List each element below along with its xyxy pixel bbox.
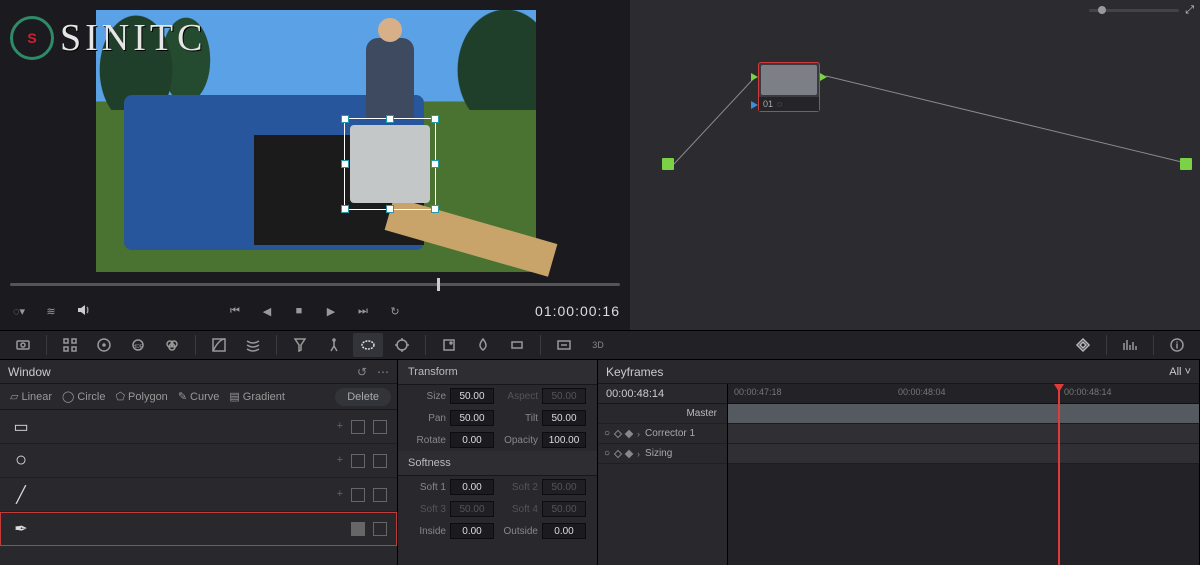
warper-icon[interactable] bbox=[238, 333, 268, 357]
linear-tool[interactable]: ▱Linear bbox=[6, 388, 56, 405]
curves-icon[interactable] bbox=[204, 333, 234, 357]
kf-row-master[interactable]: Master bbox=[598, 404, 727, 424]
opacity-input[interactable] bbox=[542, 432, 586, 448]
kf-row-sizing[interactable]: ○›Sizing bbox=[598, 444, 727, 464]
window-badge-icon: ◌ bbox=[777, 99, 782, 109]
viewer-panel: S SINITC ◌▾ ≋ ⏮ ◀ ■ ▶ ⏭ ↻ 01:00:00:16 bbox=[0, 0, 630, 330]
circle-shape-icon: ○ bbox=[10, 450, 32, 472]
size-input[interactable] bbox=[450, 388, 494, 404]
keyframes-zoom[interactable]: ⤢ bbox=[1089, 4, 1194, 17]
color-match-icon[interactable] bbox=[55, 333, 85, 357]
window-shape-tools: ▱Linear ◯Circle ⬠Polygon ✎Curve ▤Gradien… bbox=[0, 384, 397, 410]
node-thumbnail bbox=[761, 65, 817, 95]
options-icon[interactable]: ⋯ bbox=[377, 365, 389, 379]
circle-tool[interactable]: ◯Circle bbox=[58, 388, 109, 405]
corrector-node-01[interactable]: 01 ◌ bbox=[758, 62, 820, 112]
keyframes-mode[interactable]: All ˅ bbox=[1169, 366, 1191, 378]
gradient-tool[interactable]: ▤Gradient bbox=[225, 388, 289, 405]
keyframes-ruler[interactable]: 00:00:47:18 00:00:48:04 00:00:48:14 bbox=[728, 384, 1199, 404]
pin-icon[interactable] bbox=[319, 333, 349, 357]
camera-raw-icon[interactable] bbox=[8, 333, 38, 357]
transport-bar: ◌▾ ≋ ⏮ ◀ ■ ▶ ⏭ ↻ 01:00:00:16 bbox=[0, 298, 630, 324]
prev-clip-icon[interactable]: ⏮ bbox=[226, 305, 244, 318]
kf-track-sizing[interactable] bbox=[728, 444, 1199, 464]
pen-shape-icon: ✒ bbox=[10, 518, 32, 540]
stack-icon[interactable]: ≋ bbox=[42, 305, 60, 318]
soft3-input bbox=[450, 501, 494, 517]
window-panel: Window ↺ ⋯ ▱Linear ◯Circle ⬠Polygon ✎Cur… bbox=[0, 360, 398, 565]
next-clip-icon[interactable]: ⏭ bbox=[354, 305, 372, 318]
node-graph[interactable]: 01 ◌ bbox=[630, 0, 1200, 330]
transform-panel: Transform Size Aspect Pan Tilt Rotate Op… bbox=[398, 360, 598, 565]
window-panel-title: Window bbox=[8, 365, 51, 379]
outside-input[interactable] bbox=[542, 523, 586, 539]
keyframes-panel: Keyframes All ˅ ⤢ 00:00:48:14 Master ○›C… bbox=[598, 360, 1200, 565]
3d-icon[interactable]: 3D bbox=[583, 333, 613, 357]
graph-output-icon[interactable] bbox=[1180, 158, 1192, 170]
rgb-mixer-icon[interactable] bbox=[157, 333, 187, 357]
tracker-icon[interactable] bbox=[387, 333, 417, 357]
play-icon[interactable]: ▶ bbox=[322, 305, 340, 318]
hdr-icon[interactable]: HDR bbox=[123, 333, 153, 357]
blur-icon[interactable] bbox=[468, 333, 498, 357]
rotate-input[interactable] bbox=[450, 432, 494, 448]
softness-section-title: Softness bbox=[398, 451, 597, 476]
tilt-input[interactable] bbox=[542, 410, 586, 426]
keyframes-toggle-icon[interactable] bbox=[1068, 333, 1098, 357]
line-shape-icon: ╱ bbox=[10, 484, 32, 506]
viewer-timecode[interactable]: 01:00:00:16 bbox=[535, 303, 620, 319]
shape-row-pen[interactable]: ✒ bbox=[0, 512, 397, 546]
loop-icon[interactable]: ↻ bbox=[386, 305, 404, 318]
soft4-input bbox=[542, 501, 586, 517]
polygon-tool[interactable]: ⬠Polygon bbox=[111, 388, 171, 405]
graph-input-icon[interactable] bbox=[662, 158, 674, 170]
keyframes-tree: 00:00:48:14 Master ○›Corrector 1 ○›Sizin… bbox=[598, 384, 728, 565]
palette-toolbar: HDR 3D bbox=[0, 330, 1200, 360]
rect-shape-icon: ▭ bbox=[10, 416, 32, 438]
kf-row-corrector1[interactable]: ○›Corrector 1 bbox=[598, 424, 727, 444]
speaker-icon[interactable] bbox=[74, 302, 92, 321]
svg-text:HDR: HDR bbox=[133, 344, 144, 350]
scopes-icon[interactable] bbox=[1115, 333, 1145, 357]
keyframes-title: Keyframes bbox=[606, 365, 663, 379]
chevron-down-icon: ˅ bbox=[1185, 366, 1191, 378]
node-label: 01 bbox=[763, 99, 773, 109]
viewer-scrubber[interactable] bbox=[10, 283, 620, 286]
onscreen-control-menu-icon[interactable]: ◌▾ bbox=[10, 305, 28, 318]
play-reverse-icon[interactable]: ◀ bbox=[258, 305, 276, 318]
shape-row-line[interactable]: ╱ + bbox=[0, 478, 397, 512]
kf-track-master[interactable] bbox=[728, 404, 1199, 424]
info-icon[interactable] bbox=[1162, 333, 1192, 357]
power-window-selection[interactable] bbox=[344, 118, 436, 210]
inside-input[interactable] bbox=[450, 523, 494, 539]
delete-button[interactable]: Delete bbox=[335, 388, 391, 406]
playhead[interactable] bbox=[1058, 384, 1060, 565]
reset-icon[interactable]: ↺ bbox=[357, 365, 367, 379]
keyframes-timecode: 00:00:48:14 bbox=[598, 384, 727, 404]
window-tool-icon[interactable] bbox=[353, 333, 383, 357]
watermark-logo: S SINITC bbox=[10, 16, 206, 60]
stop-icon[interactable]: ■ bbox=[290, 305, 308, 318]
curve-tool[interactable]: ✎Curve bbox=[174, 388, 224, 405]
soft2-input bbox=[542, 479, 586, 495]
wheels-icon[interactable] bbox=[89, 333, 119, 357]
shape-row-circle[interactable]: ○ + bbox=[0, 444, 397, 478]
pan-input[interactable] bbox=[450, 410, 494, 426]
qualifier-icon[interactable] bbox=[285, 333, 315, 357]
key-icon[interactable] bbox=[502, 333, 532, 357]
expand-icon[interactable]: ⤢ bbox=[1185, 4, 1194, 17]
kf-track-corrector1[interactable] bbox=[728, 424, 1199, 444]
keyframes-lane[interactable]: 00:00:47:18 00:00:48:04 00:00:48:14 bbox=[728, 384, 1199, 565]
soft1-input[interactable] bbox=[450, 479, 494, 495]
sizing-icon[interactable] bbox=[549, 333, 579, 357]
transform-section-title: Transform bbox=[398, 360, 597, 385]
magic-mask-icon[interactable] bbox=[434, 333, 464, 357]
shape-row-rect[interactable]: ▭ + bbox=[0, 410, 397, 444]
aspect-input bbox=[542, 388, 586, 404]
